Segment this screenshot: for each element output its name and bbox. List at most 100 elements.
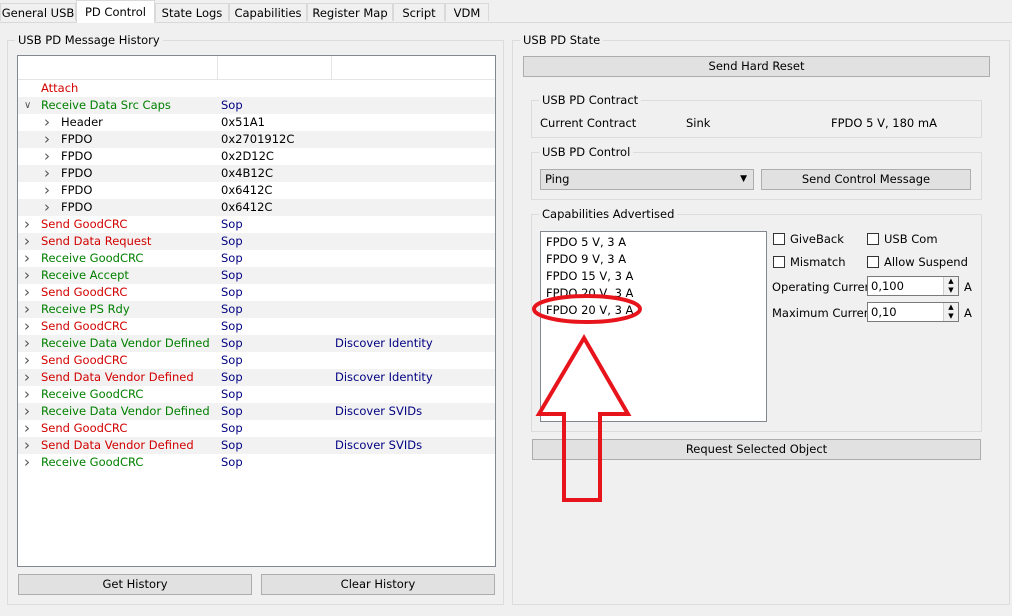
history-type: Sop (221, 455, 243, 469)
dropdown-arrow-icon: ▼ (740, 174, 747, 184)
chevron-right-icon[interactable]: › (44, 131, 54, 148)
giveback-label: GiveBack (790, 232, 844, 246)
chevron-right-icon[interactable]: › (24, 267, 34, 284)
history-type: 0x6412C (221, 183, 273, 197)
maximum-current-value: 0,10 (871, 305, 897, 319)
history-row[interactable]: › Send GoodCRC Sop (18, 284, 495, 301)
chevron-right-icon[interactable]: › (44, 182, 54, 199)
control-message-select[interactable]: Ping ▼ (540, 169, 754, 190)
history-row[interactable]: › Send GoodCRC Sop (18, 216, 495, 233)
usb-com-checkbox[interactable] (867, 233, 879, 245)
spin-down-icon[interactable]: ▼ (944, 312, 958, 321)
history-row[interactable]: › FPDO 0x4B12C (18, 165, 495, 182)
current-contract-label: Current Contract (540, 116, 637, 130)
clear-history-button[interactable]: Clear History (261, 574, 495, 595)
chevron-right-icon[interactable]: › (24, 216, 34, 233)
history-row[interactable]: › Send Data Vendor Defined Sop Discover Ide… (18, 369, 495, 386)
send-hard-reset-button[interactable]: Send Hard Reset (523, 56, 990, 77)
spin-up-icon[interactable]: ▲ (944, 303, 958, 312)
history-row[interactable]: › Receive GoodCRC Sop (18, 250, 495, 267)
chevron-right-icon[interactable]: › (24, 437, 34, 454)
spin-up-icon[interactable]: ▲ (944, 277, 958, 286)
capabilities-list[interactable]: FPDO 5 V, 3 A FPDO 9 V, 3 A FPDO 15 V, 3… (540, 231, 767, 422)
allow-suspend-checkbox[interactable] (867, 256, 879, 268)
spin-down-icon[interactable]: ▼ (944, 286, 958, 295)
tab-script[interactable]: Script (393, 3, 445, 21)
history-row[interactable]: › FPDO 0x6412C (18, 199, 495, 216)
chevron-right-icon[interactable]: › (24, 284, 34, 301)
history-message: Send GoodCRC (41, 319, 128, 333)
tab-register-map[interactable]: Register Map (307, 3, 393, 21)
chevron-right-icon[interactable]: › (24, 250, 34, 267)
history-row[interactable]: › Receive GoodCRC Sop (18, 454, 495, 471)
history-row[interactable]: › Receive Data Vendor Defined Sop Discover … (18, 335, 495, 352)
chevron-right-icon[interactable]: › (44, 114, 54, 131)
history-message: Receive Data Vendor Defined (41, 336, 210, 350)
history-row[interactable]: › FPDO 0x2D12C (18, 148, 495, 165)
chevron-down-icon[interactable]: ∨ (24, 97, 34, 114)
request-selected-object-button[interactable]: Request Selected Object (532, 439, 981, 460)
chevron-right-icon[interactable]: › (24, 454, 34, 471)
history-row[interactable]: › Send GoodCRC Sop (18, 318, 495, 335)
history-row[interactable]: › FPDO 0x2701912C (18, 131, 495, 148)
mismatch-checkbox[interactable] (773, 256, 785, 268)
history-row[interactable]: › Send Data Request Sop (18, 233, 495, 250)
history-row[interactable]: › Send Data Vendor Defined Sop Discover SVI… (18, 437, 495, 454)
operating-current-value: 0,100 (871, 279, 904, 293)
tab-capabilities[interactable]: Capabilities (229, 3, 307, 21)
history-row[interactable]: › Receive GoodCRC Sop (18, 386, 495, 403)
history-message: Send GoodCRC (41, 421, 128, 435)
tab-vdm[interactable]: VDM (445, 3, 489, 21)
history-row[interactable]: › Send GoodCRC Sop (18, 420, 495, 437)
chevron-right-icon[interactable]: › (24, 352, 34, 369)
capability-item[interactable]: FPDO 20 V, 3 A (541, 302, 766, 319)
maximum-current-label: Maximum Current (772, 306, 876, 320)
get-history-button[interactable]: Get History (18, 574, 252, 595)
capability-item[interactable]: FPDO 9 V, 3 A (541, 251, 766, 268)
history-row[interactable]: › Header 0x51A1 (18, 114, 495, 131)
giveback-checkbox[interactable] (773, 233, 785, 245)
message-history-list[interactable]: Attach ∨ Receive Data Src Caps Sop › Header 0x… (17, 55, 496, 567)
history-row[interactable]: › Receive Data Vendor Defined Sop Discover … (18, 403, 495, 420)
pd-control-title: USB PD Control (539, 145, 634, 160)
history-type: Sop (221, 251, 243, 265)
chevron-right-icon[interactable]: › (44, 199, 54, 216)
tab-pd-control[interactable]: PD Control (76, 0, 155, 23)
history-type: Sop (221, 421, 243, 435)
history-message: Attach (41, 81, 79, 95)
chevron-right-icon[interactable]: › (24, 335, 34, 352)
chevron-right-icon[interactable]: › (24, 386, 34, 403)
chevron-right-icon[interactable]: › (24, 420, 34, 437)
column-header-type[interactable] (217, 56, 332, 79)
chevron-right-icon[interactable]: › (24, 369, 34, 386)
chevron-right-icon[interactable]: › (24, 233, 34, 250)
chevron-right-icon[interactable]: › (44, 165, 54, 182)
history-row[interactable]: › Send GoodCRC Sop (18, 352, 495, 369)
history-message: Header (61, 115, 103, 129)
history-row[interactable]: › Receive PS Rdy Sop (18, 301, 495, 318)
chevron-right-icon[interactable]: › (24, 403, 34, 420)
history-type: Sop (221, 98, 243, 112)
chevron-right-icon[interactable]: › (44, 148, 54, 165)
tab-general-usb[interactable]: General USB (0, 3, 76, 21)
history-row[interactable]: › FPDO 0x6412C (18, 182, 495, 199)
tab-state-logs[interactable]: State Logs (155, 3, 229, 21)
operating-current-spinbox[interactable]: 0,100 ▲ ▼ (867, 276, 959, 296)
history-type: 0x2701912C (221, 132, 295, 146)
chevron-right-icon[interactable]: › (24, 301, 34, 318)
capability-item[interactable]: FPDO 5 V, 3 A (541, 234, 766, 251)
column-header-message[interactable] (18, 56, 218, 79)
chevron-right-icon[interactable]: › (24, 318, 34, 335)
history-row[interactable]: Attach (18, 80, 495, 97)
history-type: Sop (221, 387, 243, 401)
maximum-current-spinbox[interactable]: 0,10 ▲ ▼ (867, 302, 959, 322)
capability-item[interactable]: FPDO 15 V, 3 A (541, 268, 766, 285)
history-type: Sop (221, 234, 243, 248)
tab-bar: General USB PD Control State Logs Capabi… (0, 0, 1012, 23)
send-control-message-button[interactable]: Send Control Message (761, 169, 971, 190)
usb-com-label: USB Com (884, 232, 938, 246)
history-type: Sop (221, 319, 243, 333)
history-row[interactable]: ∨ Receive Data Src Caps Sop (18, 97, 495, 114)
capability-item[interactable]: FPDO 20 V, 3 A (541, 285, 766, 302)
history-row[interactable]: › Receive Accept Sop (18, 267, 495, 284)
